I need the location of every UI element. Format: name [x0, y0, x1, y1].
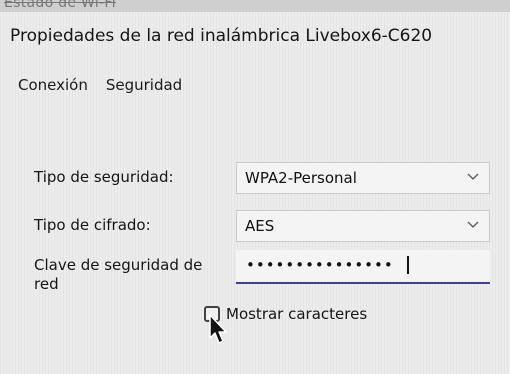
tab-connection[interactable]: Conexión: [18, 76, 88, 98]
security-key-label: Clave de seguridad de red: [34, 256, 203, 293]
text-caret: [407, 256, 409, 274]
cipher-type-select[interactable]: AES: [236, 210, 490, 242]
cipher-type-label: Tipo de cifrado:: [34, 216, 151, 234]
tab-bar: Conexión Seguridad: [18, 76, 182, 98]
security-panel: Tipo de seguridad: WPA2-Personal Tipo de…: [0, 104, 510, 374]
background-window-title-text: Estado de Wi-Fi: [4, 0, 116, 11]
security-type-select[interactable]: WPA2-Personal: [236, 162, 490, 194]
cipher-type-value: AES: [245, 217, 275, 235]
show-characters-label[interactable]: Mostrar caracteres: [226, 305, 367, 323]
mouse-cursor-icon: [209, 314, 227, 344]
security-key-masked-value: •••••••••••••••: [246, 256, 394, 274]
show-characters-row[interactable]: Mostrar caracteres: [204, 305, 367, 323]
chevron-down-icon: [467, 173, 479, 180]
wireless-properties-dialog: Propiedades de la red inalámbrica Livebo…: [0, 12, 510, 374]
dialog-title: Propiedades de la red inalámbrica Livebo…: [10, 26, 433, 46]
security-type-value: WPA2-Personal: [245, 169, 357, 187]
chevron-down-icon: [467, 221, 479, 228]
security-type-label: Tipo de seguridad:: [34, 168, 174, 186]
security-key-input[interactable]: •••••••••••••••: [236, 250, 490, 284]
tab-security[interactable]: Seguridad: [106, 76, 182, 98]
